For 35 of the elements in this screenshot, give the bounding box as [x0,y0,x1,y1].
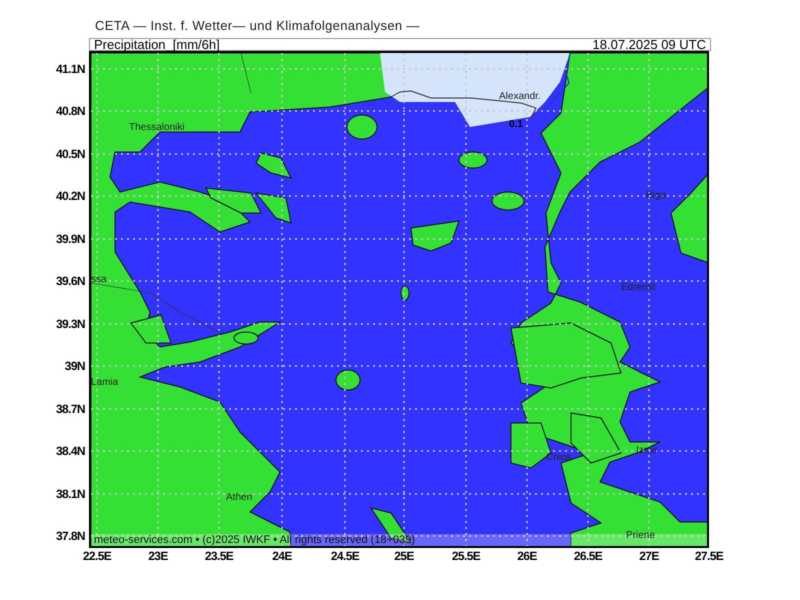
place-label: Priene [626,531,655,541]
place-label: Alexandr. [499,92,541,102]
latitude-label: 38.4N [56,445,85,457]
map-title: Precipitation_[mm/6h] [94,38,220,51]
longitude-label: 26E [517,550,537,562]
latitude-label: 37.8N [56,530,85,542]
longitude-label: 25E [394,550,414,562]
place-label: Lamia [91,378,118,388]
longitude-label: 23E [148,550,168,562]
longitude-label: 26.5E [574,550,602,562]
latitude-label: 40.8N [56,105,85,117]
place-label: Thessaloniki [129,123,185,133]
latitude-label: 39.3N [56,318,85,330]
latitude-label: 40.2N [56,190,85,202]
valid-time: 18.07.2025 09 UTC [592,38,706,51]
longitude-label: 24.5E [330,550,360,562]
place-label: Chios [546,453,572,463]
longitude-label: 27.5E [694,550,724,562]
header-title: CETA — Inst. f. Wetter— und Klimafolgenanalysen — [95,18,421,34]
place-label: Edremit [621,283,656,293]
longitude-label: 25.5E [452,550,480,562]
longitude-label: 24E [272,550,292,562]
longitude-label: 27E [639,550,659,562]
latitude-label: 38.1N [56,488,85,500]
latitude-label: 39N [64,360,85,372]
latitude-label: 39.9N [56,233,85,245]
contour-label: 0.1 [509,120,523,130]
place-label: Biga [646,191,666,201]
longitude-label: 23.5E [204,550,234,562]
latitude-label: 40.5N [56,148,85,160]
longitude-label: 22.5E [82,550,112,562]
latitude-label: 38.7N [56,403,85,415]
place-label: Athen [226,493,252,503]
latitude-label: 39.6N [56,275,85,287]
latitude-label: 41.1N [56,63,85,75]
